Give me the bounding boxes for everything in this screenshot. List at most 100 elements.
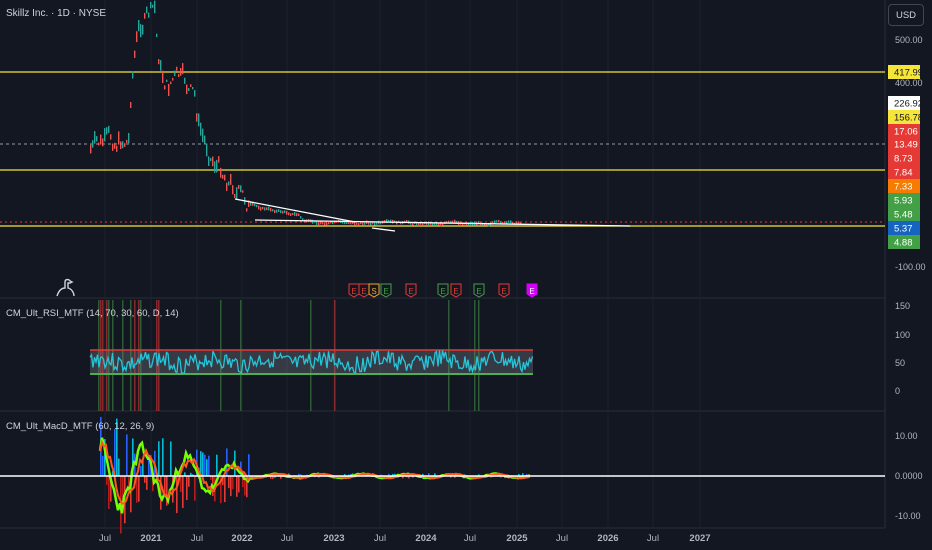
candle bbox=[260, 207, 262, 211]
candle bbox=[142, 24, 144, 35]
macd-histogram-bar bbox=[140, 466, 142, 476]
candle bbox=[150, 2, 152, 9]
candle bbox=[358, 222, 360, 226]
candle bbox=[230, 173, 232, 185]
price-label-text: 7.84 bbox=[894, 168, 913, 179]
candle bbox=[188, 88, 190, 91]
candle bbox=[370, 222, 372, 226]
earnings-marker-label: E bbox=[351, 287, 356, 296]
candle bbox=[104, 128, 106, 142]
candle bbox=[126, 139, 128, 143]
price-tick-label: 400.00 bbox=[895, 78, 923, 88]
candle bbox=[124, 143, 126, 147]
candle bbox=[234, 193, 236, 199]
macd-histogram-bar bbox=[216, 454, 218, 476]
candle bbox=[180, 67, 182, 76]
price-label: 5.93 bbox=[888, 193, 920, 207]
candle bbox=[296, 213, 298, 217]
x-tick-label: Jul bbox=[464, 533, 476, 544]
macd-histogram-bar bbox=[146, 476, 148, 490]
x-tick-label: 2021 bbox=[140, 533, 162, 544]
candle bbox=[274, 209, 276, 214]
price-label: 5.48 bbox=[888, 207, 920, 221]
candle bbox=[216, 159, 218, 173]
x-tick-label: 2026 bbox=[597, 533, 618, 544]
price-label: 8.73 bbox=[888, 151, 920, 165]
candle bbox=[290, 213, 292, 216]
candle bbox=[90, 144, 92, 154]
candle bbox=[138, 19, 140, 32]
candle bbox=[268, 206, 270, 211]
candle bbox=[156, 33, 158, 38]
rsi-indicator-label[interactable]: CM_Ult_RSI_MTF (14, 70, 30, 60, D, 14) bbox=[6, 308, 179, 319]
x-tick-label: 2024 bbox=[415, 533, 437, 544]
x-tick-label: Jul bbox=[647, 533, 659, 544]
candle bbox=[506, 221, 508, 224]
candle bbox=[214, 161, 216, 173]
price-label: 156.78 bbox=[888, 110, 923, 124]
candle bbox=[276, 209, 278, 213]
price-label: 17.06 bbox=[888, 124, 920, 138]
candle bbox=[158, 59, 160, 65]
candle bbox=[206, 143, 208, 157]
candle bbox=[280, 210, 282, 214]
candle bbox=[270, 208, 272, 212]
macd-histogram-bar bbox=[204, 454, 206, 476]
candle bbox=[256, 204, 258, 208]
candle bbox=[118, 131, 120, 145]
candle bbox=[374, 222, 376, 226]
earnings-marker-label: E bbox=[529, 287, 534, 296]
candle bbox=[166, 79, 168, 82]
candle bbox=[250, 202, 252, 206]
rsi-tick-label: 50 bbox=[895, 358, 905, 368]
candle bbox=[496, 220, 498, 223]
symbol-title[interactable]: Skillz Inc. · 1D · NYSE bbox=[6, 8, 106, 19]
candle bbox=[132, 71, 134, 79]
candle bbox=[508, 220, 510, 223]
earnings-marker-label: E bbox=[361, 287, 366, 296]
candle bbox=[168, 83, 170, 97]
candle bbox=[298, 213, 300, 216]
candle bbox=[146, 6, 148, 14]
rsi-tick-label: 100 bbox=[895, 330, 910, 340]
candle bbox=[258, 205, 260, 210]
macd-histogram-bar bbox=[232, 476, 234, 490]
chart-canvas[interactable]: EESEEEEEEE Jul 2021 Jul 2022 Jul 2023 Jul 2024 J… bbox=[0, 0, 932, 550]
earnings-marker-label: S bbox=[371, 287, 376, 296]
candle bbox=[110, 134, 112, 140]
price-label: 7.84 bbox=[888, 165, 920, 179]
candle bbox=[96, 136, 98, 142]
candle bbox=[108, 125, 110, 133]
candle bbox=[144, 12, 146, 19]
candle bbox=[182, 63, 184, 75]
candle bbox=[160, 60, 162, 71]
candle bbox=[170, 81, 172, 85]
price-label-text: 226.92 bbox=[894, 99, 923, 110]
candle bbox=[240, 185, 242, 193]
candle bbox=[326, 222, 328, 226]
x-tick-label: Jul bbox=[191, 533, 203, 544]
macd-histogram-bar bbox=[170, 441, 172, 476]
candle bbox=[510, 220, 512, 224]
price-label: 226.92 bbox=[888, 96, 923, 110]
currency-button[interactable]: USD bbox=[888, 4, 924, 26]
macd-histogram-bar bbox=[102, 455, 104, 476]
candle bbox=[228, 181, 230, 186]
price-label-text: 5.48 bbox=[894, 210, 913, 221]
price-tick-label: 500.00 bbox=[895, 35, 923, 45]
candle bbox=[204, 135, 206, 144]
candle bbox=[194, 90, 196, 97]
macd-histogram-bar bbox=[238, 476, 240, 493]
macd-histogram-bar bbox=[206, 459, 208, 476]
x-tick-label: 2022 bbox=[231, 533, 252, 544]
candle bbox=[322, 221, 324, 225]
candle bbox=[278, 209, 280, 213]
candle bbox=[222, 174, 224, 179]
candle bbox=[266, 207, 268, 211]
candle bbox=[134, 50, 136, 58]
macd-histogram-bar bbox=[114, 429, 116, 476]
price-label-text: 4.88 bbox=[894, 238, 913, 249]
macd-histogram-bar bbox=[230, 476, 232, 497]
x-tick-label: Jul bbox=[99, 533, 111, 544]
macd-indicator-label[interactable]: CM_Ult_MacD_MTF (60, 12, 26, 9) bbox=[6, 421, 154, 432]
